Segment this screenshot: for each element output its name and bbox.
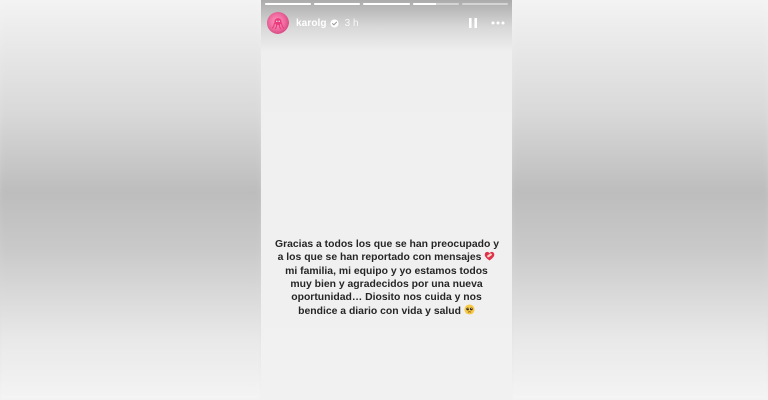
caption-line: mi familia, mi equipo y yo estamos todos (285, 266, 488, 277)
progress-segment (314, 3, 361, 5)
story-viewer[interactable]: karolg 3 h Gracias a todos los que se ha… (261, 0, 512, 400)
verified-badge-icon (330, 18, 339, 28)
more-options-icon (491, 21, 505, 25)
story-header: karolg 3 h (265, 9, 506, 37)
progress-segment (461, 3, 509, 5)
caption-line: muy bien y agradecidos por una nueva (290, 279, 483, 290)
pause-icon (469, 18, 477, 28)
caption-line: oportunidad… Diosito nos cuida y nos (291, 292, 482, 303)
story-caption: Gracias a todos los que se han preocupad… (261, 238, 512, 319)
avatar-octopus-icon (271, 18, 285, 30)
more-options-button[interactable] (490, 16, 506, 30)
story-progress-bar (265, 3, 509, 5)
blurred-background-left (0, 0, 261, 400)
heart-with-bandage-emoji-icon (484, 251, 495, 265)
caption-line: a los que se han reportado con mensajes (277, 252, 482, 263)
progress-segment (363, 3, 410, 5)
blurred-background-right (512, 0, 768, 400)
progress-segment (265, 3, 312, 5)
caption-line-with-emoji: a los que se han reportado con mensajes (275, 251, 498, 265)
caption-line-with-emoji: bendice a diario con vida y salud (275, 304, 498, 319)
caption-line: Gracias a todos los que se han preocupad… (275, 239, 500, 250)
avatar[interactable] (267, 12, 289, 34)
progress-segment (412, 3, 459, 5)
caption-line: bendice a diario con vida y salud (298, 306, 461, 317)
pause-button[interactable] (466, 16, 480, 30)
pleading-face-emoji-icon (464, 304, 475, 319)
post-time: 3 h (344, 17, 359, 29)
username[interactable]: karolg (296, 18, 327, 29)
